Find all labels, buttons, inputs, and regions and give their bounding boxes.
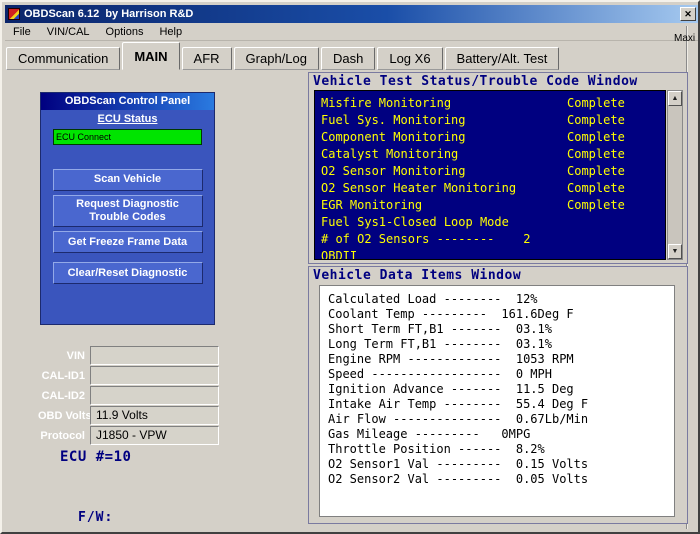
ecu-status-label: ECU Status xyxy=(41,113,214,125)
trouble-code-console: Misfire MonitoringComplete Fuel Sys. Mon… xyxy=(314,90,666,260)
monitor-status: Complete xyxy=(567,129,659,146)
monitor-status: Complete xyxy=(567,95,659,112)
tab-graph-log[interactable]: Graph/Log xyxy=(234,47,319,70)
scroll-down-icon[interactable]: ▼ xyxy=(668,244,682,259)
ecu-status-field[interactable]: ECU Connect xyxy=(53,129,202,145)
monitor-status: Complete xyxy=(567,146,659,163)
data-item: Engine RPM ------------- 1053 RPM xyxy=(328,352,666,367)
control-panel-buttons: Scan Vehicle Request Diagnostic Trouble … xyxy=(41,169,214,284)
get-freeze-frame-button[interactable]: Get Freeze Frame Data xyxy=(53,231,203,253)
firmware-label: F/W: xyxy=(78,510,113,525)
vin-field[interactable] xyxy=(90,346,219,365)
data-item: Speed ------------------ 0 MPH xyxy=(328,367,666,382)
data-item: O2 Sensor1 Val --------- 0.15 Volts xyxy=(328,457,666,472)
monitor-name: EGR Monitoring xyxy=(321,197,567,214)
title-bar: OBDScan 6.12 by Harrison R&D ✕ xyxy=(5,5,699,23)
monitor-row: EGR MonitoringComplete xyxy=(321,197,659,214)
monitor-status: Complete xyxy=(567,197,659,214)
monitor-name: Catalyst Monitoring xyxy=(321,146,567,163)
data-item: Throttle Position ------ 8.2% xyxy=(328,442,666,457)
monitor-name: Fuel Sys. Monitoring xyxy=(321,112,567,129)
menu-vin-cal[interactable]: VIN/CAL xyxy=(39,24,98,40)
monitor-name: Component Monitoring xyxy=(321,129,567,146)
menu-options[interactable]: Options xyxy=(98,24,152,40)
monitor-row: OBDII xyxy=(321,248,659,260)
control-panel-title: OBDScan Control Panel xyxy=(41,93,214,110)
menu-bar: File VIN/CAL Options Help xyxy=(5,23,699,41)
monitor-row: Misfire MonitoringComplete xyxy=(321,95,659,112)
cal-id2-label: CAL-ID2 xyxy=(38,390,90,402)
monitor-row: Component MonitoringComplete xyxy=(321,129,659,146)
app-icon xyxy=(8,8,20,20)
monitor-status xyxy=(567,248,659,260)
cal-id2-row: CAL-ID2 xyxy=(38,386,224,405)
monitor-name: O2 Sensor Heater Monitoring xyxy=(321,180,567,197)
app-window: OBDScan 6.12 by Harrison R&D ✕ File VIN/… xyxy=(0,0,700,534)
window-title: OBDScan 6.12 by Harrison R&D xyxy=(24,8,193,20)
data-item: Ignition Advance ------- 11.5 Deg xyxy=(328,382,666,397)
data-items-pane: Calculated Load -------- 12% Coolant Tem… xyxy=(319,285,675,517)
data-item: Short Term FT,B1 ------- 03.1% xyxy=(328,322,666,337)
monitor-row: Fuel Sys1-Closed Loop Mode xyxy=(321,214,659,231)
tab-communication[interactable]: Communication xyxy=(6,47,120,70)
data-item: Air Flow --------------- 0.67Lb/Min xyxy=(328,412,666,427)
vehicle-data-items-window: Vehicle Data Items Window Calculated Loa… xyxy=(308,266,688,524)
close-button[interactable]: ✕ xyxy=(680,7,696,21)
protocol-label: Protocol xyxy=(38,430,90,442)
ecu-number-label: ECU #=10 xyxy=(60,449,131,465)
vehicle-test-status-window: Vehicle Test Status/Trouble Code Window … xyxy=(308,72,688,264)
monitor-status: Complete xyxy=(567,180,659,197)
protocol-row: Protocol J1850 - VPW xyxy=(38,426,224,445)
monitor-status xyxy=(567,231,659,248)
obdscan-control-panel: OBDScan Control Panel ECU Status ECU Con… xyxy=(40,92,215,325)
tab-dash[interactable]: Dash xyxy=(321,47,375,70)
scan-vehicle-button[interactable]: Scan Vehicle xyxy=(53,169,203,191)
monitor-name: Fuel Sys1-Closed Loop Mode xyxy=(321,214,567,231)
close-icon: ✕ xyxy=(684,9,692,19)
status-window-title: Vehicle Test Status/Trouble Code Window xyxy=(313,74,638,89)
tab-strip: Communication MAIN AFR Graph/Log Dash Lo… xyxy=(6,42,690,70)
data-item: Gas Mileage --------- 0MPG xyxy=(328,427,666,442)
data-item: O2 Sensor2 Val --------- 0.05 Volts xyxy=(328,472,666,487)
menu-help[interactable]: Help xyxy=(151,24,190,40)
data-item: Calculated Load -------- 12% xyxy=(328,292,666,307)
monitor-row: Fuel Sys. MonitoringComplete xyxy=(321,112,659,129)
tab-main[interactable]: MAIN xyxy=(122,42,179,70)
tab-afr[interactable]: AFR xyxy=(182,47,232,70)
menu-file[interactable]: File xyxy=(5,24,39,40)
monitor-status: Complete xyxy=(567,163,659,180)
monitor-row: # of O2 Sensors -------- 2 xyxy=(321,231,659,248)
obd-volts-label: OBD Volts xyxy=(38,410,90,422)
data-item: Intake Air Temp -------- 55.4 Deg F xyxy=(328,397,666,412)
request-dtc-button[interactable]: Request Diagnostic Trouble Codes xyxy=(53,195,203,227)
tab-log-x6[interactable]: Log X6 xyxy=(377,47,442,70)
scroll-up-icon[interactable]: ▲ xyxy=(668,91,682,106)
monitor-status: Complete xyxy=(567,112,659,129)
monitor-name: Misfire Monitoring xyxy=(321,95,567,112)
status-window-scrollbar[interactable]: ▲ ▼ xyxy=(667,90,683,260)
monitor-name: # of O2 Sensors -------- 2 xyxy=(321,231,567,248)
obd-volts-field[interactable]: 11.9 Volts xyxy=(90,406,219,425)
data-window-title: Vehicle Data Items Window xyxy=(313,268,521,283)
monitor-row: O2 Sensor Heater MonitoringComplete xyxy=(321,180,659,197)
data-item: Long Term FT,B1 -------- 03.1% xyxy=(328,337,666,352)
clear-reset-diagnostic-button[interactable]: Clear/Reset Diagnostic xyxy=(53,262,203,284)
monitor-row: Catalyst MonitoringComplete xyxy=(321,146,659,163)
vin-label: VIN xyxy=(38,350,90,362)
tab-battery-alt-test[interactable]: Battery/Alt. Test xyxy=(445,47,560,70)
cal-id1-field[interactable] xyxy=(90,366,219,385)
vin-row: VIN xyxy=(38,346,224,365)
monitor-name: O2 Sensor Monitoring xyxy=(321,163,567,180)
monitor-row: O2 Sensor MonitoringComplete xyxy=(321,163,659,180)
monitor-status xyxy=(567,214,659,231)
cal-id1-row: CAL-ID1 xyxy=(38,366,224,385)
obd-volts-row: OBD Volts 11.9 Volts xyxy=(38,406,224,425)
data-item: Coolant Temp --------- 161.6Deg F xyxy=(328,307,666,322)
cal-id1-label: CAL-ID1 xyxy=(38,370,90,382)
cal-id2-field[interactable] xyxy=(90,386,219,405)
monitor-name: OBDII xyxy=(321,248,567,260)
protocol-field[interactable]: J1850 - VPW xyxy=(90,426,219,445)
clipped-background-window-text: Maxi xyxy=(674,33,700,47)
